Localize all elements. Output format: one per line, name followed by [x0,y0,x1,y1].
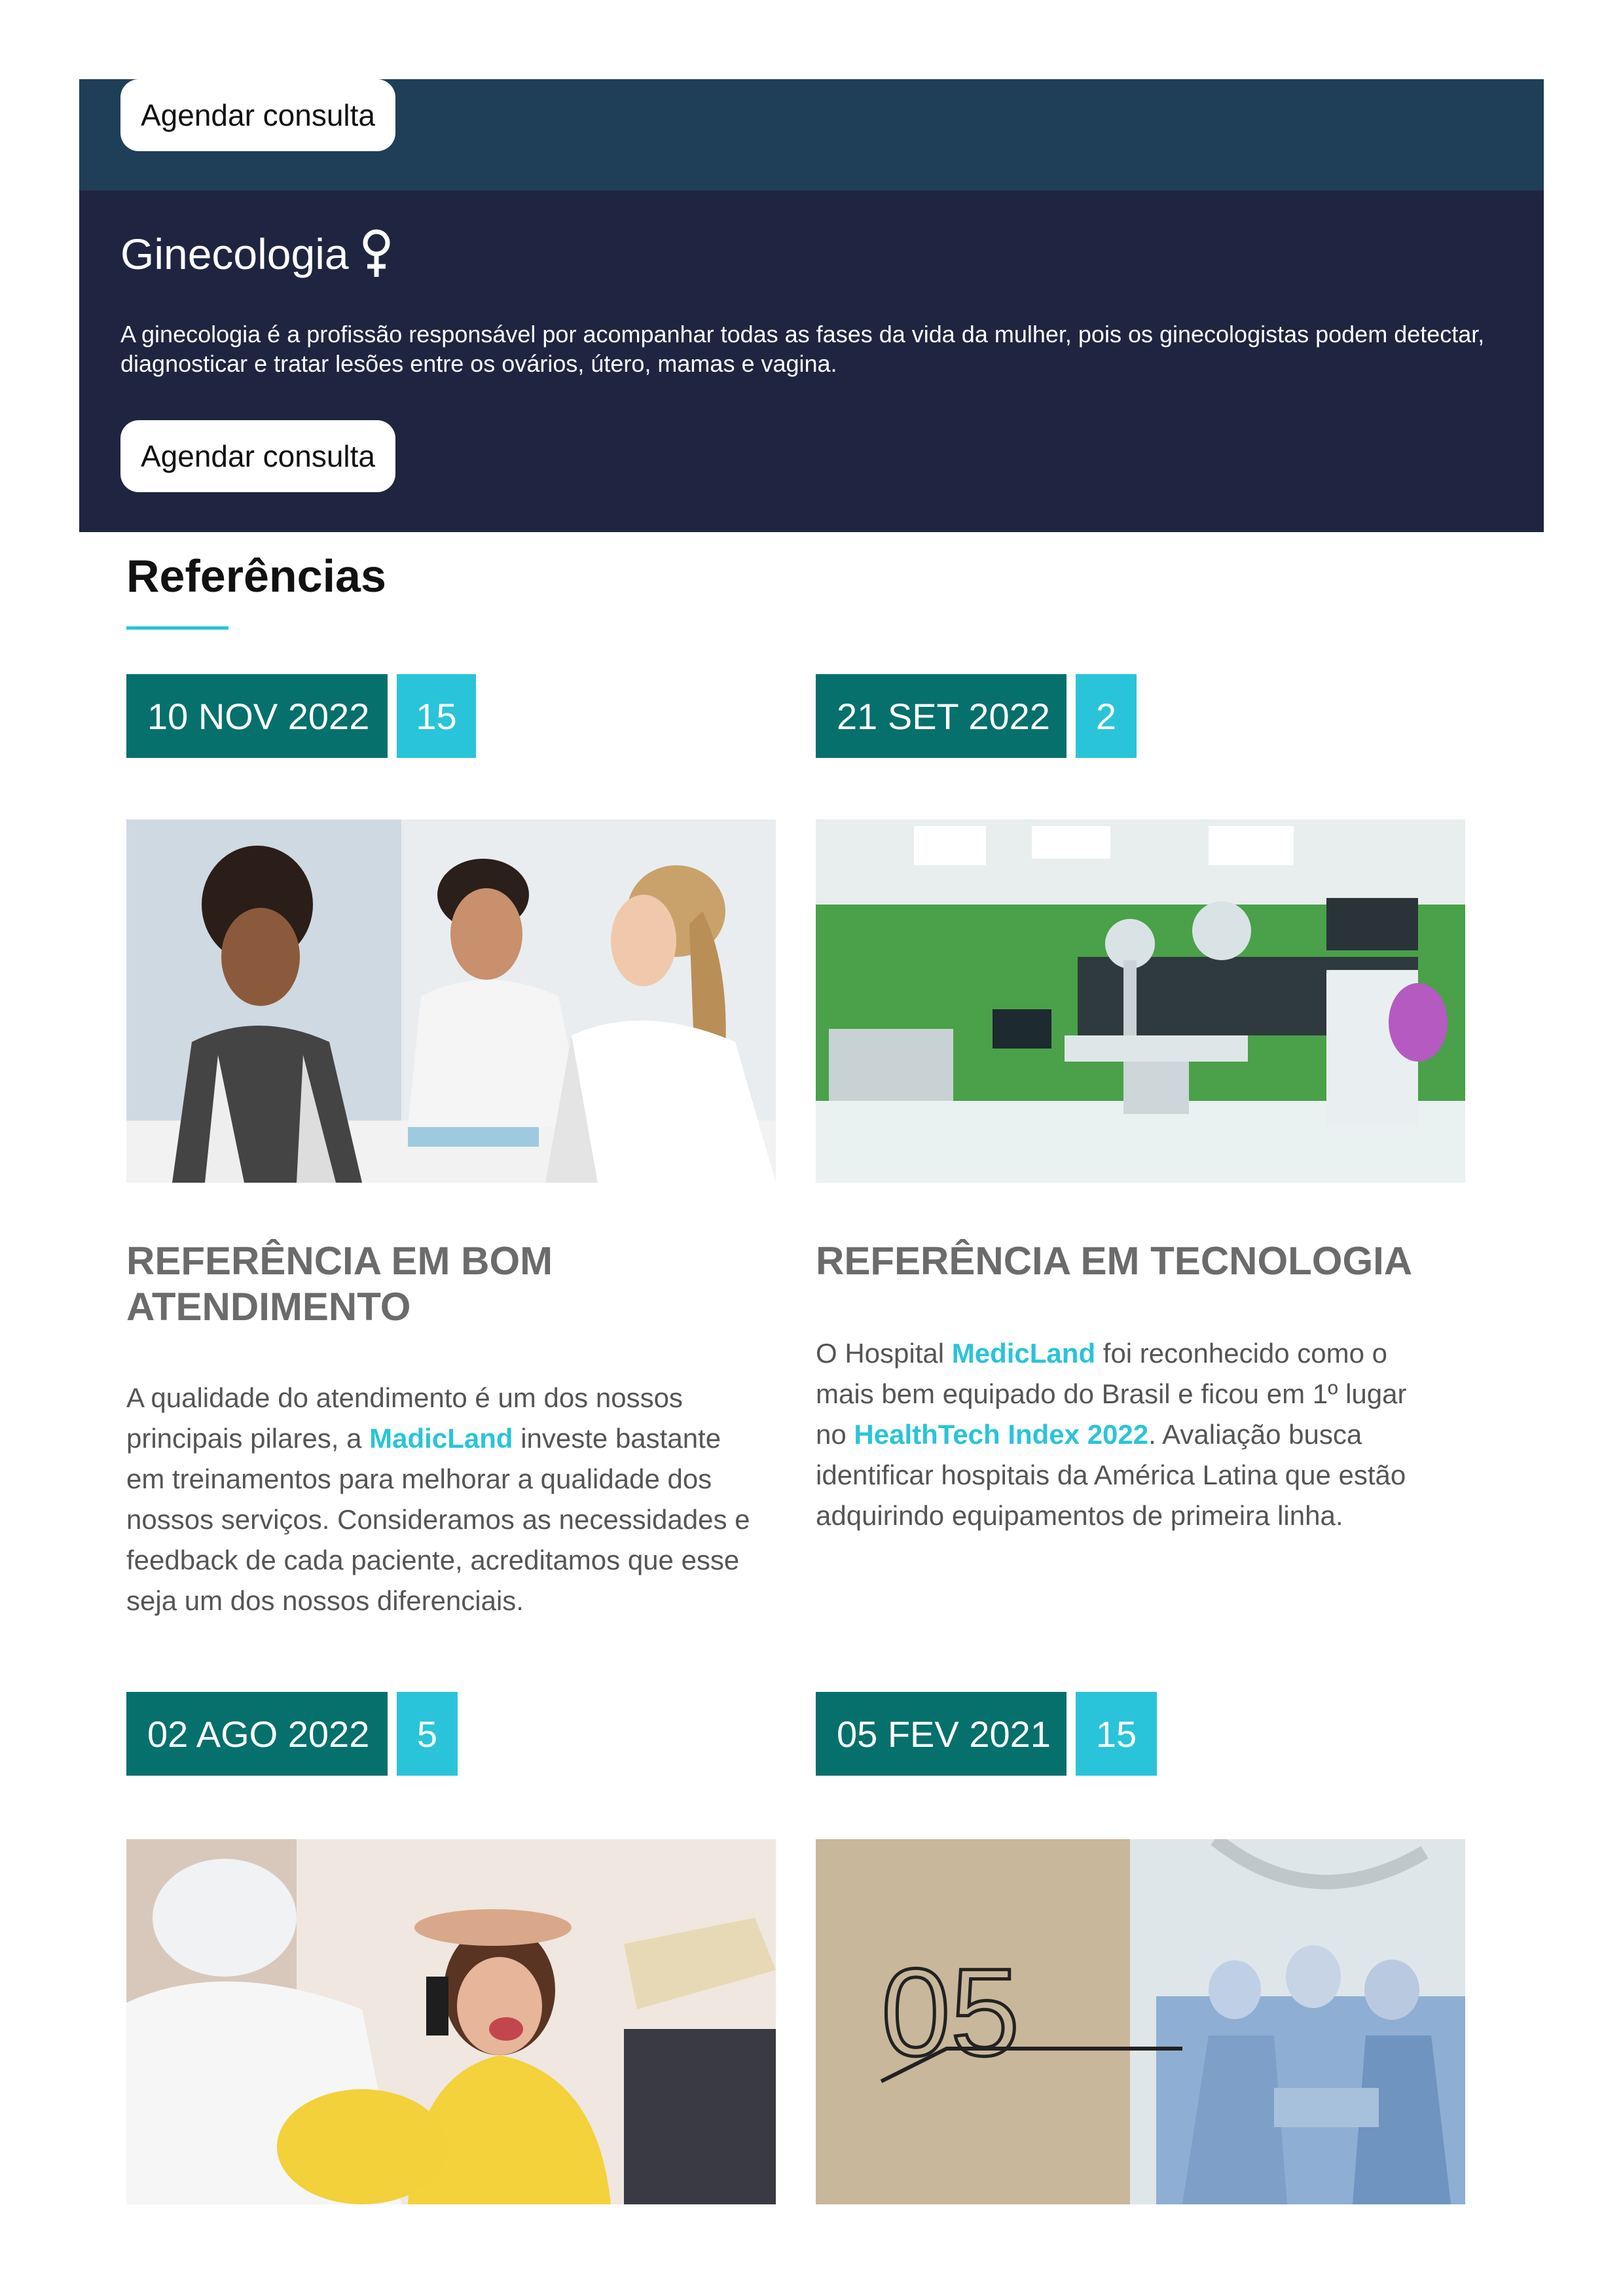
date-badge: 21 SET 2022 [816,674,1067,758]
references-title-underline [126,626,228,630]
venus-icon [359,228,393,279]
schedule-appointment-button[interactable]: Agendar consulta [120,420,395,492]
card-title: REFERÊNCIA EM TECNOLOGIA [816,1239,1413,1283]
operating-room-photo [816,819,1465,1183]
card-body-highlight: HealthTech Index 2022 [854,1419,1149,1450]
door-number-05: 05 [881,1943,1019,2082]
card-body-highlight: MadicLand [369,1423,513,1454]
gynecology-description: A ginecologia é a profissão responsável … [120,321,1485,377]
gynecology-section: Ginecologia A ginecologia é a profissão … [79,190,1544,532]
date-badge: 05 FEV 2021 [816,1692,1067,1776]
gynecology-title-text: Ginecologia [120,230,349,278]
count-badge: 5 [397,1692,458,1776]
references-title: Referências [126,550,386,601]
card-body: A qualidade do atendimento é um dos noss… [126,1378,755,1621]
date-badge: 02 AGO 2022 [126,1692,388,1776]
count-badge: 15 [1076,1692,1157,1776]
surgery-team-photo: 05 [816,1839,1465,2204]
top-service-band: Agendar consulta [79,79,1544,190]
card-body-highlight: MedicLand [951,1338,1096,1369]
family-consultation-photo [126,819,776,1183]
date-badge: 10 NOV 2022 [126,674,388,758]
pediatric-exam-photo [126,1839,776,2204]
count-badge: 15 [397,674,476,758]
gynecology-title: Ginecologia [120,228,393,279]
card-title: REFERÊNCIA EM BOM ATENDIMENTO [126,1239,553,1329]
count-badge: 2 [1076,674,1137,758]
card-body: O Hospital MedicLand foi reconhecido com… [816,1333,1444,1536]
schedule-appointment-button[interactable]: Agendar consulta [120,79,395,151]
card-body-text: O Hospital [816,1338,952,1369]
